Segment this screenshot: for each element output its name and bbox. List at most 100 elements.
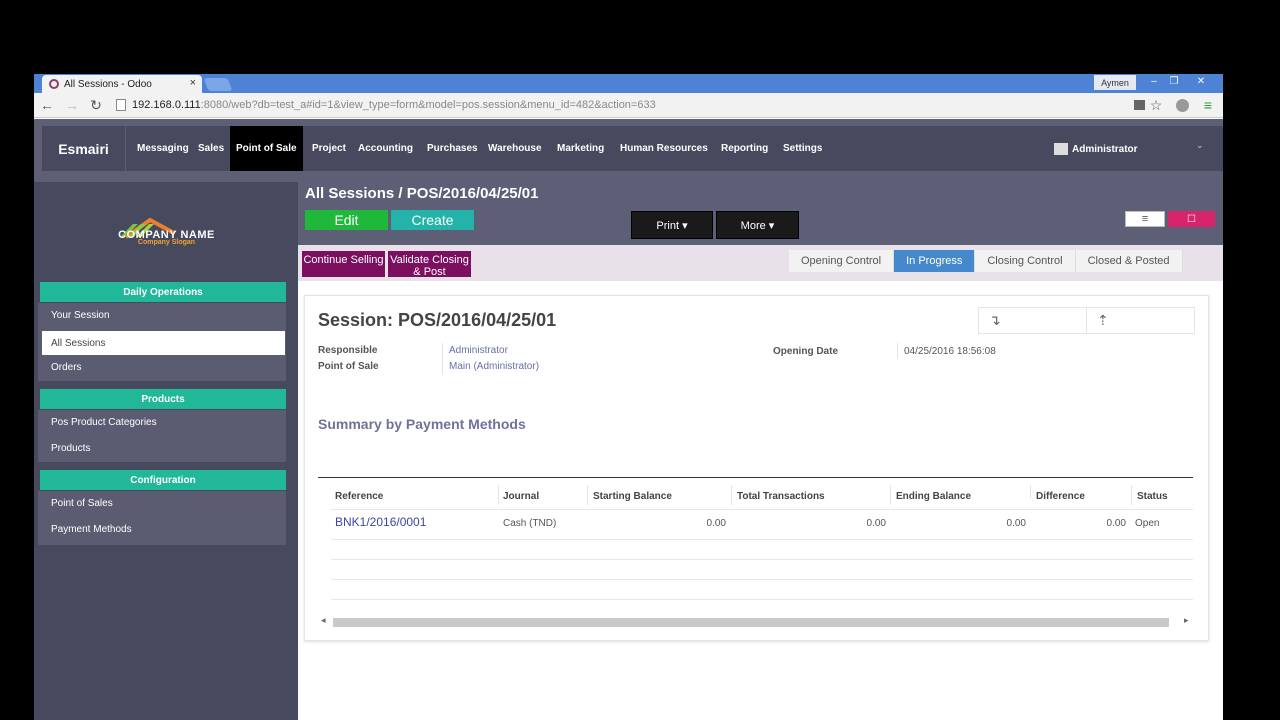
menu-project[interactable]: Project: [306, 126, 352, 171]
extension-icon[interactable]: [1174, 97, 1190, 113]
stage-in-progress[interactable]: In Progress: [894, 250, 976, 272]
menu-settings[interactable]: Settings: [777, 126, 828, 171]
form-sheet: Session: POS/2016/04/25/01 ↴ ⇡ Responsib…: [304, 295, 1209, 641]
sidebar-item-point-of-sales[interactable]: Point of Sales: [38, 491, 286, 515]
col-starting-balance[interactable]: Starting Balance: [593, 491, 672, 502]
menu-human-resources[interactable]: Human Resources: [614, 126, 714, 171]
reload-icon[interactable]: ↻: [88, 97, 104, 113]
list-view-icon[interactable]: ≡: [1125, 211, 1165, 227]
tab-close-icon[interactable]: ×: [190, 77, 196, 89]
responsible-value[interactable]: Administrator: [449, 345, 508, 356]
col-total-transactions[interactable]: Total Transactions: [737, 491, 825, 502]
page-icon: [116, 99, 126, 111]
minimize-button[interactable]: –: [1144, 74, 1164, 88]
column-divider: [890, 485, 891, 505]
menu-sales[interactable]: Sales: [192, 126, 230, 171]
col-journal[interactable]: Journal: [503, 491, 539, 502]
sidebar-item-payment-methods[interactable]: Payment Methods: [38, 517, 286, 541]
sidebar-item-pos-product-categories[interactable]: Pos Product Categories: [38, 410, 286, 434]
table-row-reference-link[interactable]: BNK1/2016/0001: [335, 515, 426, 529]
address-bar: ← → ↻ 192.168.0.111:8080/web?db=test_a#i…: [34, 93, 1223, 118]
main-content: All Sessions / POS/2016/04/25/01 Edit Cr…: [298, 182, 1223, 720]
odoo-favicon-icon: [49, 79, 59, 89]
sidebar-item-your-session[interactable]: Your Session: [38, 303, 286, 327]
window-user-badge: Aymen: [1094, 75, 1136, 90]
point-of-sale-label: Point of Sale: [318, 361, 379, 372]
table-top-rule: [318, 477, 1193, 478]
stat-buttons: ↴ ⇡: [978, 307, 1195, 334]
brand-link[interactable]: Esmairi: [42, 126, 126, 171]
browser-menu-icon[interactable]: ≡: [1200, 97, 1216, 113]
stage-opening-control[interactable]: Opening Control: [789, 250, 895, 272]
responsible-label: Responsible: [318, 345, 378, 356]
form-view-icon[interactable]: ☐: [1168, 211, 1215, 227]
arrow-up-icon[interactable]: ⇡: [1087, 308, 1195, 333]
column-divider: [587, 485, 588, 505]
section-title: Summary by Payment Methods: [318, 416, 526, 432]
col-difference[interactable]: Difference: [1036, 491, 1085, 502]
star-icon[interactable]: ☆: [1148, 97, 1164, 113]
cell-difference: 0.00: [1106, 518, 1126, 529]
create-button[interactable]: Create: [391, 210, 474, 230]
browser-tab[interactable]: All Sessions - Odoo ×: [42, 75, 202, 93]
stage-closing-control[interactable]: Closing Control: [975, 250, 1076, 272]
cell-starting-balance: 0.00: [706, 518, 726, 529]
print-dropdown[interactable]: Print ▾: [631, 211, 713, 239]
scroll-left-icon[interactable]: ◂: [321, 615, 326, 626]
cell-ending-balance: 0.00: [1006, 518, 1026, 529]
continue-selling-button[interactable]: Continue Selling: [302, 251, 385, 277]
horizontal-scrollbar[interactable]: ◂ ▸: [321, 615, 1193, 628]
section-products: Products: [40, 389, 286, 409]
translate-icon[interactable]: [1132, 97, 1146, 113]
tab-title: All Sessions - Odoo: [64, 78, 152, 90]
restore-button[interactable]: ❐: [1164, 74, 1184, 88]
url-field[interactable]: 192.168.0.111:8080/web?db=test_a#id=1&vi…: [116, 96, 1116, 114]
scrollbar-thumb[interactable]: [333, 618, 1169, 627]
browser-titlebar: All Sessions - Odoo × Aymen – ❐ ✕: [34, 74, 1223, 93]
menu-reporting[interactable]: Reporting: [715, 126, 774, 171]
back-icon[interactable]: ←: [39, 97, 55, 113]
url-host: 192.168.0.111: [132, 99, 201, 111]
sidebar-item-all-sessions[interactable]: All Sessions: [42, 331, 285, 355]
breadcrumb[interactable]: All Sessions / POS/2016/04/25/01: [305, 185, 538, 202]
field-divider: [442, 359, 443, 375]
sidebar: COMPANY NAME Company Slogan Daily Operat…: [34, 182, 298, 720]
cell-total-transactions: 0.00: [866, 518, 886, 529]
more-dropdown[interactable]: More ▾: [716, 211, 799, 239]
chevron-down-icon[interactable]: ⌄: [1196, 140, 1204, 151]
arrow-down-icon[interactable]: ↴: [979, 308, 1087, 333]
edit-button[interactable]: Edit: [305, 210, 388, 230]
menu-group-products: Pos Product Categories Products: [38, 410, 286, 462]
validate-closing-button[interactable]: Validate Closing & Post: [388, 251, 471, 277]
field-divider: [897, 343, 898, 359]
menu-point-of-sale[interactable]: Point of Sale: [230, 126, 303, 171]
section-daily-operations: Daily Operations: [40, 282, 286, 302]
table-row-rule: [331, 599, 1193, 600]
url-path: :8080/web?db=test_a#id=1&view_type=form&…: [200, 99, 656, 111]
field-divider: [442, 343, 443, 359]
point-of-sale-value[interactable]: Main (Administrator): [449, 361, 539, 372]
col-reference[interactable]: Reference: [335, 491, 383, 502]
menu-warehouse[interactable]: Warehouse: [482, 126, 548, 171]
new-tab-button[interactable]: [203, 78, 233, 91]
forward-icon[interactable]: →: [64, 97, 80, 113]
menu-marketing[interactable]: Marketing: [551, 126, 610, 171]
control-panel: All Sessions / POS/2016/04/25/01 Edit Cr…: [298, 182, 1223, 245]
sidebar-item-products[interactable]: Products: [38, 436, 286, 460]
table-row-rule: [331, 539, 1193, 540]
stage-closed-posted[interactable]: Closed & Posted: [1075, 250, 1183, 272]
sidebar-item-orders[interactable]: Orders: [38, 355, 286, 379]
col-status[interactable]: Status: [1137, 491, 1168, 502]
table-row-rule: [331, 559, 1193, 560]
column-divider: [1131, 485, 1132, 505]
menu-messaging[interactable]: Messaging: [131, 126, 195, 171]
status-bar: Continue Selling Validate Closing & Post…: [298, 245, 1223, 281]
user-menu[interactable]: Administrator: [1054, 140, 1138, 158]
scroll-right-icon[interactable]: ▸: [1184, 615, 1189, 626]
company-slogan: Company Slogan: [137, 239, 196, 246]
avatar: [1054, 143, 1068, 155]
menu-accounting[interactable]: Accounting: [352, 126, 419, 171]
close-window-button[interactable]: ✕: [1184, 74, 1218, 88]
col-ending-balance[interactable]: Ending Balance: [896, 491, 971, 502]
menu-purchases[interactable]: Purchases: [421, 126, 484, 171]
